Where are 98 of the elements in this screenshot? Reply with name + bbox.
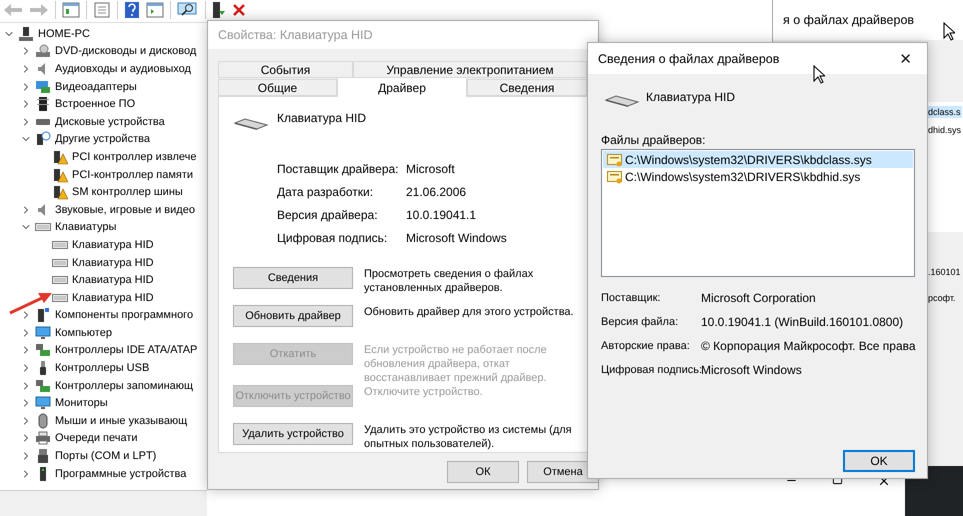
warning-device-icon [52, 166, 68, 183]
window-title: я о файлах драйверов [783, 13, 914, 27]
action-button[interactable]: Удалить устройство [233, 423, 353, 445]
tree-item[interactable]: Контроллеры USB [55, 361, 150, 376]
warning-device-icon [52, 148, 68, 165]
unknown-device-icon [35, 131, 51, 148]
property-value: 10.0.19041.1 (WinBuild.160101.0800) [701, 315, 904, 329]
device-name: Клавиатура HID [646, 90, 735, 104]
action-button[interactable]: Сведения [233, 267, 353, 289]
tree-item[interactable]: Клавиатуры [55, 220, 116, 234]
property-label: Версия драйвера: [277, 208, 379, 222]
tree-item[interactable]: Клавиатура HID [72, 273, 154, 288]
action-description: Просмотреть сведения о файлах установленных драйверов. [364, 267, 534, 295]
property-value: 10.0.19041.1 [406, 208, 478, 222]
files-label: Файлы драйверов: [601, 133, 706, 147]
list-row-fragment: dclass.s [928, 106, 962, 118]
tree-item[interactable]: Контроллеры IDE ATA/ATAP [55, 343, 198, 358]
keyboard-icon [604, 94, 640, 108]
property-label: Цифровая подпись: [601, 363, 701, 377]
computer-add-icon[interactable] [212, 1, 226, 19]
tree-item[interactable]: Видеоадаптеры [55, 80, 137, 94]
property-value: Microsoft Corporation [701, 291, 817, 305]
tree-item[interactable]: Звуковые, игровые и видео [55, 202, 195, 217]
property-value: Microsoft Windows [701, 363, 803, 377]
tree-item[interactable]: Мыши и иные указывающ [55, 414, 188, 428]
ok-button[interactable]: OK [843, 450, 915, 472]
tree-item[interactable]: Другие устройства [55, 132, 150, 146]
window-title: Сведения о файлах драйверов [598, 52, 780, 66]
tree-item[interactable]: Встроенное ПО [55, 97, 136, 112]
property-value: 21.06.2006 [406, 185, 468, 199]
tree-item[interactable]: Компьютер [55, 326, 112, 340]
file-row[interactable]: C:\Windows\system32\DRIVERS\kbdclass.sys [603, 151, 913, 168]
file-certificate-icon [607, 152, 623, 166]
disc-drive-icon [35, 43, 51, 60]
property-value: Microsoft [406, 162, 456, 176]
action-description: Отключите устройство. [364, 385, 484, 399]
panel-icon[interactable] [62, 2, 80, 18]
storage-controller-icon [35, 342, 51, 358]
panel-icon[interactable] [146, 2, 164, 18]
tree-item[interactable]: HOME-PC [38, 26, 90, 41]
file-certificate-icon [607, 170, 623, 184]
monitor-card-icon [35, 78, 51, 95]
files-list[interactable]: C:\Windows\system32\DRIVERS\kbdclass.sys C:\Windows\system32\DRIVERS\kbdhid.sys [601, 149, 915, 277]
property-value: © Корпорация Майкрософт. Все права [701, 339, 916, 353]
printer-icon [35, 430, 51, 446]
tree-item[interactable]: Компоненты программного [55, 308, 194, 322]
delete-icon[interactable] [232, 3, 246, 17]
chip-icon [35, 96, 51, 112]
tab[interactable]: События [218, 61, 353, 78]
tree-item[interactable]: Мониторы [55, 396, 108, 410]
tab[interactable]: Общие [218, 79, 337, 96]
property-label: Версия файла: [601, 315, 680, 329]
tab[interactable]: Сведения [467, 79, 587, 96]
tree-item[interactable]: Аудиовходы и аудиовыход [55, 62, 191, 76]
tree-item[interactable]: Порты (COM и LPT) [55, 449, 156, 464]
warning-device-icon [52, 184, 68, 200]
device-name: Клавиатура HID [277, 111, 366, 125]
file-row[interactable]: C:\Windows\system32\DRIVERS\kbdhid.sys [603, 168, 913, 185]
monitor-icon [35, 395, 51, 412]
help-icon[interactable] [124, 1, 140, 19]
tree-item[interactable]: Контроллеры запоминающ [55, 378, 194, 393]
tree-item[interactable]: Клавиатура HID [72, 290, 154, 305]
tab[interactable]: Драйвер [337, 77, 467, 97]
tab[interactable]: Управление электропитанием [353, 61, 587, 78]
ok-button[interactable]: ОК [447, 461, 519, 483]
properties-icon[interactable] [93, 2, 111, 18]
tree-item[interactable]: Очереди печати [55, 431, 138, 446]
action-button[interactable]: Обновить драйвер [233, 305, 353, 327]
tree-item[interactable]: SM контроллер шины [72, 185, 183, 200]
tree-item[interactable]: Программные устройства [55, 466, 186, 481]
tree-item[interactable]: Дисковые устройства [55, 114, 165, 129]
tree-item[interactable]: Клавиатура HID [72, 256, 154, 270]
action-description: Удалить это устройство из системы (для опытных пользователей). [364, 423, 573, 451]
pointer-arrow [8, 290, 54, 316]
port-icon [35, 448, 51, 464]
property-label: Цифровая подпись: [277, 231, 388, 245]
tree-item[interactable]: PCI-контроллер памяти [72, 168, 194, 182]
property-label: Поставщик драйвера: [277, 162, 400, 176]
text-fragment: .160101 [928, 266, 962, 278]
property-label: Авторские права: [601, 339, 691, 353]
drive-icon [35, 118, 51, 126]
computer-icon [18, 26, 34, 42]
list-row-fragment: dhid.sys [928, 124, 962, 136]
tree-item[interactable]: PCI контроллер извлече [72, 150, 196, 164]
property-value: Microsoft Windows [406, 231, 508, 245]
property-label: Поставщик: [601, 291, 662, 305]
tree-item[interactable]: Клавиатура HID [72, 238, 154, 252]
property-label: Дата разработки: [277, 185, 374, 199]
tree-item[interactable]: DVD-дисководы и дисковод [55, 44, 196, 58]
action-description: Если устройство не работает после обновления драйвера, откат восстанавливает прежний драйвер. [364, 343, 548, 385]
action-description: Обновить драйвер для этого устройства. [364, 305, 575, 319]
monitor-icon [35, 324, 51, 341]
window-title: Свойства: Клавиатура HID [218, 28, 373, 42]
text-fragment: рсофт. [928, 292, 956, 304]
keyboard-icon [233, 117, 269, 131]
component-icon [35, 307, 51, 324]
storage-controller-icon [35, 378, 51, 394]
close-button[interactable]: ✕ [894, 50, 917, 68]
